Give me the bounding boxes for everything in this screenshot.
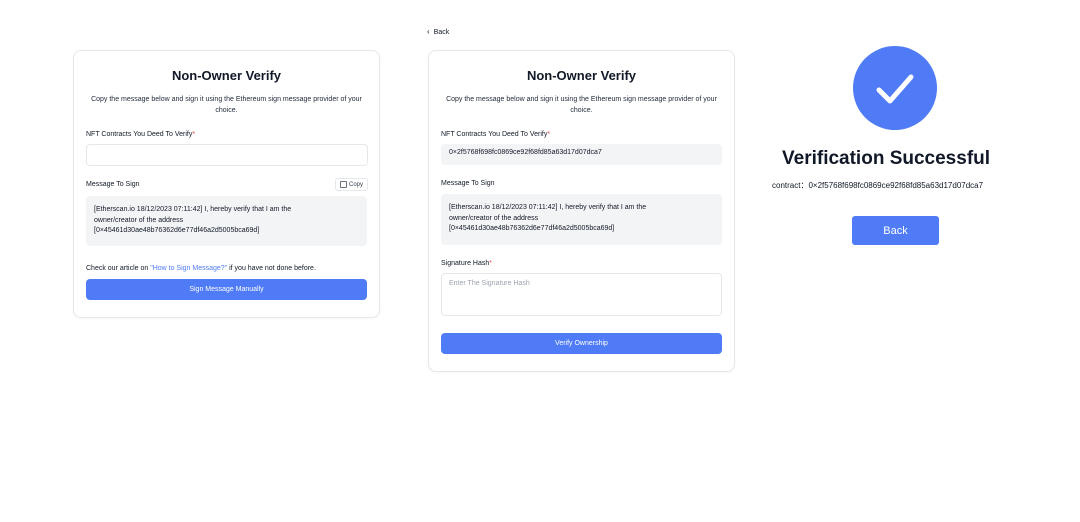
non-owner-verify-card-middle: Non-Owner Verify Copy the message below … (428, 50, 735, 372)
message-box: [Etherscan.io 18/12/2023 07:11:42] I, he… (441, 194, 722, 245)
help-text: Check our article on "How to Sign Messag… (86, 265, 316, 272)
message-line: owner/creator of the address (449, 214, 539, 222)
back-link-label: Back (433, 28, 450, 36)
copy-button[interactable]: Copy (335, 178, 368, 191)
back-button[interactable]: Back (852, 216, 939, 245)
message-line: owner/creator of the address (94, 216, 184, 224)
back-link[interactable]: ‹ Back (427, 28, 449, 36)
contracts-input[interactable] (86, 144, 368, 166)
message-label: Message To Sign (86, 181, 140, 188)
message-line: [0×45461d30ae48b76362d6e77df46a2d5005bca… (94, 227, 260, 234)
card-title: Non-Owner Verify (526, 68, 637, 83)
checkmark-icon (876, 74, 914, 104)
message-line: [Etherscan.io 18/12/2023 07:11:42] I, he… (449, 204, 647, 211)
verify-ownership-button[interactable]: Verify Ownership (441, 333, 722, 354)
signature-hash-label: Signature Hash* (441, 260, 492, 267)
contracts-label: NFT Contracts You Deed To Verify* (441, 131, 551, 138)
required-mark: * (489, 260, 492, 267)
message-label: Message To Sign (441, 180, 495, 187)
message-line: [Etherscan.io 18/12/2023 07:11:42] I, he… (94, 206, 292, 213)
contracts-label: NFT Contracts You Deed To Verify* (86, 131, 196, 138)
signature-hash-input[interactable]: Enter The Signature Hash (441, 273, 722, 316)
message-line: [0×45461d30ae48b76362d6e77df46a2d5005bca… (449, 225, 615, 232)
contracts-input[interactable]: 0×2f5768f698fc0869ce92f68fd85a63d17d07dc… (441, 144, 722, 165)
required-mark: * (192, 131, 196, 138)
chevron-left-icon: ‹ (427, 27, 430, 36)
message-box: [Etherscan.io 18/12/2023 07:11:42] I, he… (86, 196, 367, 246)
success-title: Verification Successful (782, 148, 991, 169)
how-to-sign-link[interactable]: "How to Sign Message?" (150, 265, 227, 272)
required-mark: * (547, 131, 551, 138)
contract-address: contract：0×2f5768f698fc0869ce92f68fd85a6… (772, 181, 984, 190)
non-owner-verify-card-left: Non-Owner Verify Copy the message below … (73, 50, 380, 318)
card-title: Non-Owner Verify (171, 68, 282, 83)
card-description: Copy the message below and sign it using… (446, 96, 717, 114)
copy-label: Copy (348, 181, 363, 188)
sign-message-manually-button[interactable]: Sign Message Manually (86, 279, 367, 300)
success-badge (853, 46, 937, 130)
card-description: Copy the message below and sign it using… (91, 96, 362, 114)
copy-icon (339, 181, 347, 188)
